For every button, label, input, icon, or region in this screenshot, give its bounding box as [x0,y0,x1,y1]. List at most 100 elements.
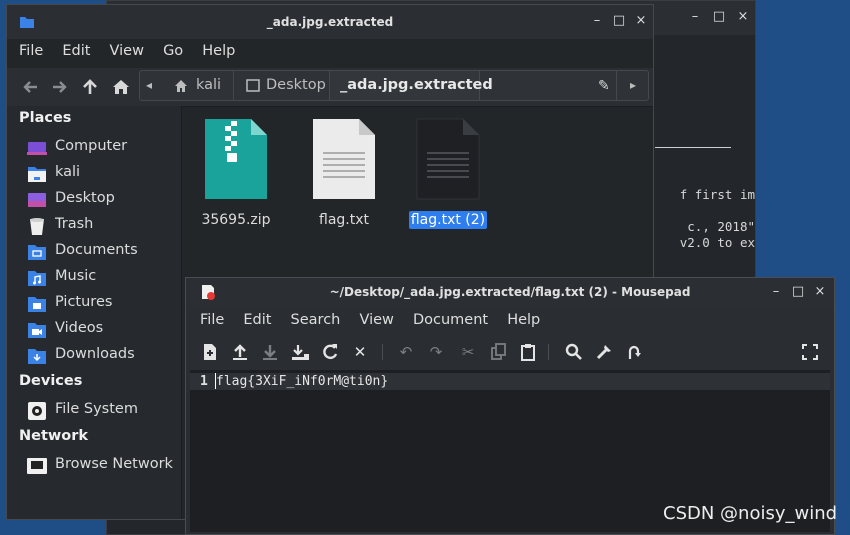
save-icon[interactable] [260,342,280,362]
sidebar-heading-network: Network [19,428,89,444]
save-as-icon[interactable] [290,342,310,362]
sidebar-item-label: Videos [55,320,104,336]
sidebar-heading-places: Places [19,110,72,126]
sidebar-item-videos[interactable]: Videos [17,318,177,342]
computer-icon [27,139,47,157]
drive-icon [27,402,47,420]
search-icon[interactable] [564,342,584,362]
menu-file[interactable]: File [19,37,43,65]
breadcrumb-label: Desktop [266,77,326,93]
home-icon[interactable] [110,76,132,98]
file-item-flag-txt-2[interactable]: flag.txt (2) [403,117,493,229]
close-icon[interactable]: × [735,9,751,25]
copy-icon[interactable] [488,342,508,362]
menu-search[interactable]: Search [291,306,341,334]
network-icon [27,457,47,475]
desktop-icon [27,191,47,209]
maximize-icon[interactable]: □ [790,284,806,300]
go-to-line-icon[interactable] [624,342,644,362]
close-icon[interactable]: × [633,13,649,29]
menu-help[interactable]: Help [202,37,235,65]
window-title: _ada.jpg.extracted [266,15,394,29]
menu-edit[interactable]: Edit [62,37,90,65]
file-name: 35695.zip [201,212,271,228]
menu-edit[interactable]: Edit [243,306,271,334]
open-upload-icon[interactable] [230,342,250,362]
close-icon[interactable]: × [812,284,828,300]
breadcrumb-current[interactable]: _ada.jpg.extracted [330,71,493,100]
editor-text[interactable]: flag{3XiF_iNf0rM@ti0n} [216,374,388,389]
sidebar-item-label: Browse Network [55,456,173,472]
sidebar-item-label: Desktop [55,190,115,206]
text-file-icon [311,117,377,201]
sidebar-item-downloads[interactable]: Downloads [17,344,177,368]
zip-file-icon [203,117,269,201]
mousepad-window: ~/Desktop/_ada.jpg.extracted/flag.txt (2… [185,277,835,535]
sidebar-item-computer[interactable]: Computer [17,136,177,160]
breadcrumb-kali[interactable]: kali [160,71,234,100]
sidebar-item-label: Pictures [55,294,113,310]
breadcrumb-desktop[interactable]: Desktop [234,71,330,100]
sidebar-item-label: File System [55,401,138,417]
close-document-icon[interactable]: ✕ [350,342,370,362]
file-manager-titlebar: _ada.jpg.extracted – □ × [7,5,653,39]
sidebar-item-label: Computer [55,138,128,154]
home-icon [174,79,188,92]
maximize-icon[interactable]: □ [611,13,627,29]
menu-go[interactable]: Go [163,37,183,65]
sidebar-item-label: Documents [55,242,138,258]
downloads-folder-icon [27,347,47,365]
menu-bar: File Edit View Go Help [19,37,249,65]
find-replace-icon[interactable] [594,342,614,362]
redo-icon[interactable]: ↷ [426,342,446,362]
breadcrumb-label: _ada.jpg.extracted [340,77,493,93]
sidebar-item-label: Trash [55,216,94,232]
sidebar-item-label: Downloads [55,346,135,362]
maximize-icon[interactable]: □ [711,9,727,25]
line-number: 1 [200,374,208,389]
menu-document[interactable]: Document [413,306,488,334]
sidebar-item-pictures[interactable]: Pictures [17,292,177,316]
edit-path-icon[interactable]: ✎ [598,78,610,94]
sidebar-item-documents[interactable]: Documents [17,240,177,264]
undo-icon[interactable]: ↶ [396,342,416,362]
file-item-zip[interactable]: 35695.zip [191,117,281,229]
paste-icon[interactable] [518,342,538,362]
new-document-icon[interactable] [200,342,220,362]
sidebar-heading-devices: Devices [19,373,83,389]
sidebar-item-label: Music [55,268,97,284]
up-arrow-icon[interactable] [79,76,101,98]
minimize-icon[interactable]: – [768,284,784,300]
sidebar-item-browse-network[interactable]: Browse Network [17,454,177,478]
forward-arrow-icon[interactable] [49,76,71,98]
fullscreen-icon[interactable] [800,342,820,362]
sidebar-item-trash[interactable]: Trash [17,214,177,238]
file-name: flag.txt [319,212,369,228]
navigation-toolbar: ◂ kali Desktop _ada.jpg.extracted ✎ ▸ [7,68,653,107]
pictures-folder-icon [27,295,47,313]
home-folder-icon [27,165,47,183]
menu-help[interactable]: Help [507,306,540,334]
reload-icon[interactable] [320,342,340,362]
menu-file[interactable]: File [200,306,224,334]
videos-folder-icon [27,321,47,339]
minimize-icon[interactable]: – [687,9,703,25]
minimize-icon[interactable]: – [589,13,605,29]
menu-view[interactable]: View [110,37,144,65]
file-item-flag-txt[interactable]: flag.txt [299,117,389,229]
sidebar-item-label: kali [55,164,81,180]
scroll-right-icon[interactable]: ▸ [630,78,636,92]
menu-view[interactable]: View [359,306,393,334]
sidebar-item-file-system[interactable]: File System [17,399,177,423]
sidebar-item-desktop[interactable]: Desktop [17,188,177,212]
scroll-left-icon[interactable]: ◂ [146,78,152,92]
dark-text-file-icon [415,117,481,201]
music-folder-icon [27,269,47,287]
sidebar-item-kali[interactable]: kali [17,162,177,186]
sidebar-item-music[interactable]: Music [17,266,177,290]
cut-icon[interactable]: ✂ [458,342,478,362]
breadcrumb-label: kali [196,77,222,93]
toolbar-separator [548,344,549,360]
back-arrow-icon[interactable] [19,76,41,98]
documents-folder-icon [27,243,47,261]
